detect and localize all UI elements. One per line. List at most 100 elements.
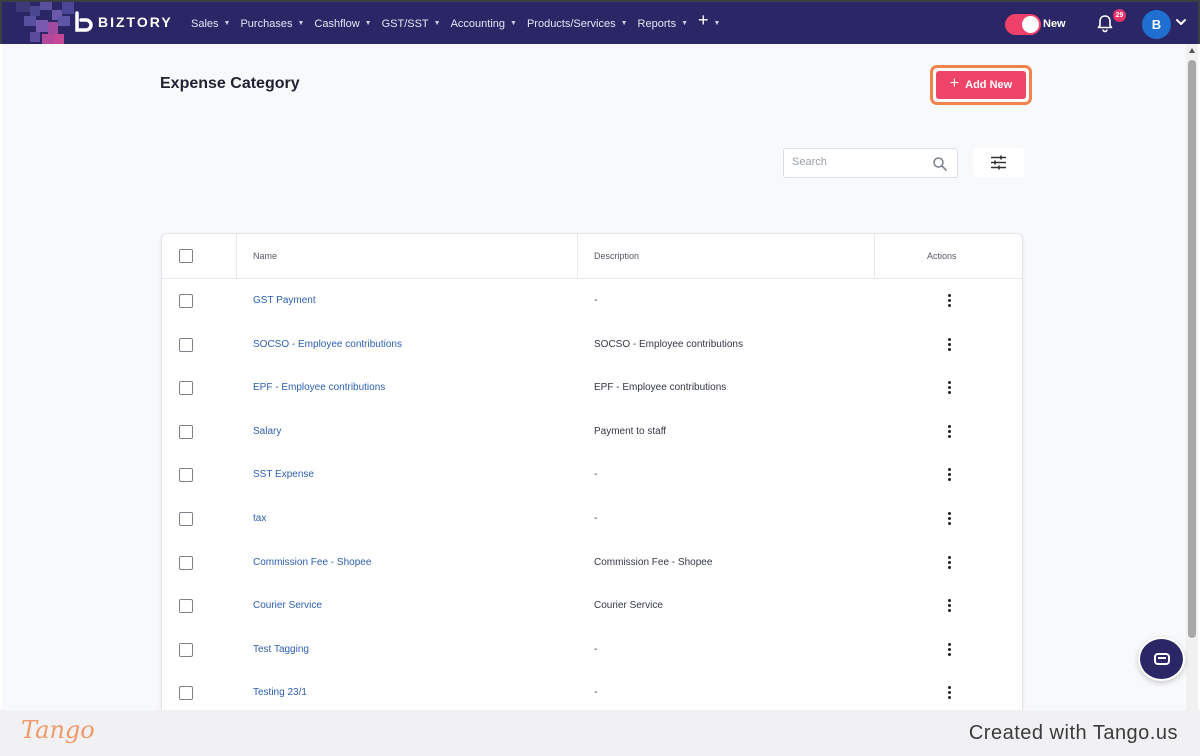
row-checkbox[interactable] [179, 468, 193, 483]
brand-logo-icon [75, 11, 93, 32]
row-description: SOCSO - Employee contributions [594, 338, 743, 350]
menu-accounting[interactable]: Accounting ▼ [451, 16, 517, 31]
brand-name: BIZTORY [98, 14, 173, 30]
row-actions-kebab-icon[interactable] [945, 337, 953, 352]
new-ui-toggle-label: New [1043, 18, 1066, 30]
row-checkbox[interactable] [179, 381, 193, 396]
column-divider [236, 234, 237, 279]
menu-sales-label: Sales [191, 17, 219, 30]
caret-down-icon: ▼ [510, 20, 517, 27]
chat-icon [1154, 653, 1170, 665]
menu-products-services-label: Products/Services [526, 17, 616, 30]
row-description: - [594, 687, 598, 699]
search-icon[interactable] [932, 156, 948, 172]
plus-icon: + [949, 75, 960, 92]
menu-reports-label: Reports [637, 17, 677, 30]
main-menu: Sales ▼ Purchases ▼ Cashflow ▼ GST/SST ▼ Acc… [191, 10, 720, 31]
row-checkbox[interactable] [179, 642, 193, 657]
caret-down-icon: ▼ [297, 20, 305, 27]
search-box [783, 148, 958, 178]
row-description: Commission Fee - Shopee [594, 556, 713, 568]
row-actions-kebab-icon[interactable] [945, 512, 953, 526]
user-avatar[interactable]: B [1142, 10, 1171, 39]
column-header-name[interactable]: Name [253, 234, 277, 279]
menu-products-services[interactable]: Products/Services ▼ [527, 16, 628, 31]
row-actions-kebab-icon[interactable] [945, 599, 953, 613]
menu-gst-sst-label: GST/SST [381, 17, 429, 30]
add-new-label: Add New [965, 79, 1013, 91]
menu-purchases-label: Purchases [240, 17, 293, 30]
main-content: Expense Category + Add New Name Descript… [2, 44, 1186, 710]
filter-button[interactable] [973, 148, 1024, 177]
table-row: Commission Fee - Shopee Commission Fee -… [162, 541, 1022, 585]
quick-add-menu[interactable]: + ▼ [698, 10, 720, 31]
toggle-knob [1022, 16, 1039, 33]
row-name-link[interactable]: Test Tagging [253, 644, 309, 655]
menu-purchases[interactable]: Purchases ▼ [240, 16, 304, 31]
column-divider [577, 234, 578, 279]
row-name-link[interactable]: SST Expense [253, 469, 314, 480]
brand-logo[interactable]: BIZTORY [72, 11, 173, 33]
top-navbar: BIZTORY Sales ▼ Purchases ▼ Cashflow ▼ GST/… [0, 0, 1200, 46]
plus-icon: + [698, 10, 709, 30]
chat-support-button[interactable] [1138, 637, 1185, 681]
row-name-link[interactable]: Salary [253, 426, 281, 437]
notification-count-badge: 29 [1113, 9, 1126, 22]
row-actions-kebab-icon[interactable] [945, 294, 953, 308]
row-checkbox[interactable] [179, 686, 193, 701]
table-row: tax - [162, 497, 1022, 541]
row-description: - [594, 643, 598, 655]
row-name-link[interactable]: tax [253, 513, 266, 524]
tango-credit-text: Created with Tango.us [968, 722, 1178, 744]
row-checkbox[interactable] [179, 424, 193, 439]
row-actions-kebab-icon[interactable] [945, 424, 953, 439]
caret-down-icon: ▼ [681, 20, 689, 27]
row-checkbox[interactable] [179, 512, 193, 526]
column-header-description[interactable]: Description [594, 234, 639, 279]
tango-footer: Tango Created with Tango.us [0, 710, 1200, 756]
vertical-scrollbar[interactable] [1186, 44, 1198, 710]
add-new-highlight: + Add New [930, 65, 1032, 105]
select-all-checkbox[interactable] [179, 249, 193, 263]
table-row: Testing 23/1 - [162, 671, 1022, 710]
row-checkbox[interactable] [179, 555, 193, 570]
row-checkbox[interactable] [179, 337, 193, 352]
menu-sales[interactable]: Sales ▼ [191, 16, 230, 31]
caret-down-icon: ▼ [223, 20, 231, 27]
row-description: - [594, 295, 598, 306]
caret-down-icon: ▼ [364, 20, 372, 27]
menu-gst-sst[interactable]: GST/SST ▼ [382, 16, 441, 31]
bell-icon[interactable] [1095, 13, 1115, 33]
chevron-down-icon[interactable] [1175, 16, 1187, 28]
menu-accounting-label: Accounting [450, 17, 506, 30]
row-name-link[interactable]: Testing 23/1 [253, 687, 307, 698]
row-name-link[interactable]: SOCSO - Employee contributions [253, 339, 402, 350]
row-name-link[interactable]: Commission Fee - Shopee [253, 557, 371, 568]
table-row: GST Payment - [162, 279, 1022, 323]
row-description: - [594, 513, 598, 524]
new-ui-toggle[interactable] [1005, 14, 1041, 35]
tango-logo: Tango [21, 716, 95, 744]
scroll-up-arrow-icon[interactable] [1189, 48, 1195, 53]
add-new-button[interactable]: + Add New [936, 71, 1026, 99]
row-actions-kebab-icon[interactable] [945, 468, 953, 482]
row-checkbox[interactable] [179, 294, 193, 308]
row-name-link[interactable]: Courier Service [253, 600, 322, 611]
menu-cashflow-label: Cashflow [314, 17, 360, 30]
search-input[interactable] [792, 156, 922, 168]
row-actions-kebab-icon[interactable] [945, 686, 953, 700]
row-checkbox[interactable] [179, 599, 193, 614]
table-row: SOCSO - Employee contributions SOCSO - E… [162, 323, 1022, 367]
table-row: Test Tagging - [162, 628, 1022, 672]
row-actions-kebab-icon[interactable] [945, 381, 953, 395]
column-divider [874, 234, 875, 279]
row-name-link[interactable]: GST Payment [253, 295, 316, 306]
row-actions-kebab-icon[interactable] [945, 642, 953, 657]
menu-cashflow[interactable]: Cashflow ▼ [314, 16, 371, 31]
menu-reports[interactable]: Reports ▼ [638, 16, 688, 31]
scrollbar-thumb[interactable] [1188, 60, 1196, 638]
row-name-link[interactable]: EPF - Employee contributions [253, 382, 385, 393]
page-title: Expense Category [160, 75, 300, 92]
caret-down-icon: ▼ [620, 20, 628, 27]
row-actions-kebab-icon[interactable] [945, 555, 953, 570]
